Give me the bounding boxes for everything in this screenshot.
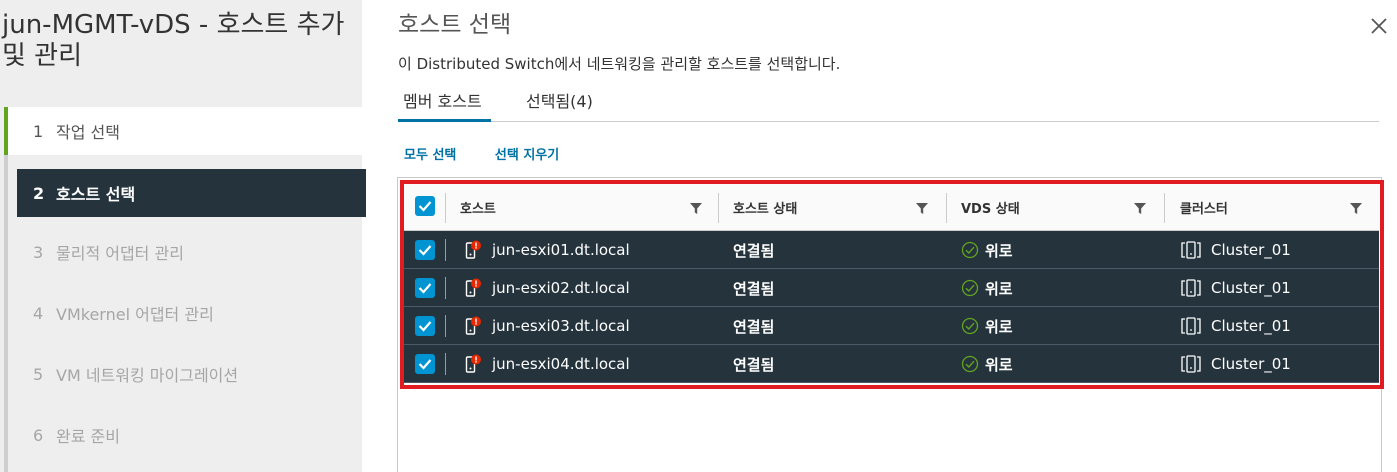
step-label: 물리적 어댑터 관리: [56, 244, 184, 263]
step-number: 2: [33, 183, 45, 203]
wizard-sidebar: jun-MGMT-vDS - 호스트 추가 및 관리 1 작업 선택 2 호스트…: [0, 0, 366, 472]
wizard-step-5: 5 VM 네트워킹 마이그레이션: [8, 350, 362, 398]
tab-selected[interactable]: 선택됨(4): [526, 88, 593, 122]
step-label: VMkernel 어댑터 관리: [56, 305, 214, 324]
step-label: 완료 준비: [56, 427, 120, 446]
step-number: 3: [33, 242, 44, 262]
wizard-step-1[interactable]: 1 작업 선택: [4, 107, 362, 155]
step-label: VM 네트워킹 마이그레이션: [56, 366, 239, 385]
wizard-step-2[interactable]: 2 호스트 선택: [17, 169, 366, 217]
wizard-step-4: 4 VMkernel 어댑터 관리: [8, 289, 362, 337]
tab-bar: 멤버 호스트 선택됨(4): [398, 88, 1379, 122]
step-label: 호스트 선택: [56, 185, 136, 204]
step-number: 6: [33, 425, 44, 445]
wizard-steps: 1 작업 선택 2 호스트 선택 3 물리적 어댑터 관리 4 VMkernel…: [4, 107, 366, 472]
step-label: 작업 선택: [56, 123, 120, 142]
wizard-title: jun-MGMT-vDS - 호스트 추가 및 관리: [2, 10, 345, 71]
step-number: 4: [33, 303, 44, 323]
select-all-link[interactable]: 모두 선택: [404, 148, 456, 163]
step-number: 1: [33, 121, 44, 141]
tab-member-hosts[interactable]: 멤버 호스트: [398, 88, 491, 122]
page-title: 호스트 선택: [398, 12, 512, 38]
close-icon[interactable]: [1369, 16, 1389, 36]
wizard-step-3: 3 물리적 어댑터 관리: [8, 228, 362, 276]
page-description: 이 Distributed Switch에서 네트워킹을 관리할 호스트를 선택…: [398, 55, 841, 73]
wizard-step-6: 6 완료 준비: [8, 411, 362, 459]
clear-selection-link[interactable]: 선택 지우기: [495, 148, 559, 163]
step-number: 5: [33, 364, 44, 384]
selection-highlight-box: [400, 180, 1384, 389]
grid-actions: 모두 선택 선택 지우기: [404, 144, 593, 163]
